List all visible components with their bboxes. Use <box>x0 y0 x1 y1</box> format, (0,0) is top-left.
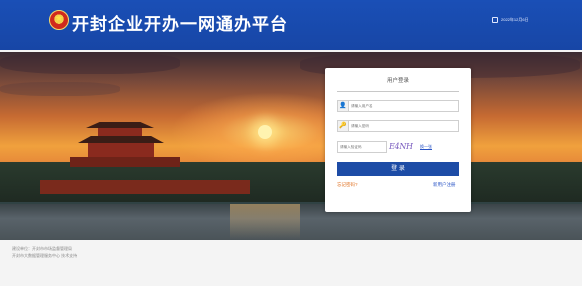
password-field: 🔑 <box>337 120 459 132</box>
forgot-password-link[interactable]: 忘记密码? <box>337 182 358 188</box>
user-icon: 👤 <box>338 101 349 111</box>
national-emblem-icon: ★ <box>49 10 69 30</box>
cloud <box>0 82 120 96</box>
pagoda-wall <box>88 143 154 157</box>
login-card: 用户登录 👤 🔑 E4NH 换一张 登 录 忘记密码? 新用户注册 <box>325 68 471 212</box>
date-text: 2022年12月6日 <box>501 17 529 22</box>
divider <box>337 91 459 92</box>
login-button[interactable]: 登 录 <box>337 162 459 176</box>
calendar-icon <box>492 17 498 23</box>
pagoda-roof <box>78 136 164 143</box>
riverside-buildings <box>40 180 250 194</box>
password-input[interactable] <box>351 121 451 131</box>
cloud <box>0 52 180 74</box>
refresh-captcha-link[interactable]: 换一张 <box>420 144 432 150</box>
sun-reflection <box>230 204 300 240</box>
sun <box>258 125 272 139</box>
login-title: 用户登录 <box>386 78 409 84</box>
captcha-field <box>337 141 387 153</box>
username-field: 👤 <box>337 100 459 112</box>
key-icon: 🔑 <box>338 121 349 131</box>
captcha-input[interactable] <box>340 142 386 152</box>
username-input[interactable] <box>351 101 451 111</box>
site-title: 开封企业开办一网通办平台 <box>72 15 288 34</box>
hero-banner <box>0 52 582 240</box>
captcha-image[interactable]: E4NH <box>389 141 417 153</box>
pagoda-base <box>70 157 180 167</box>
footer-line-1: 建设单位：开封市市场监督管理局 <box>12 246 72 251</box>
register-link[interactable]: 新用户注册 <box>433 182 456 188</box>
footer: 建设单位：开封市市场监督管理局 开封市大数据管理服务中心 技术支持 <box>0 240 582 286</box>
date-display: 2022年12月6日 <box>492 17 529 23</box>
footer-line-2: 开封市大数据管理服务中心 技术支持 <box>12 253 78 258</box>
header-bar: ★ 开封企业开办一网通办平台 2022年12月6日 <box>0 0 582 50</box>
